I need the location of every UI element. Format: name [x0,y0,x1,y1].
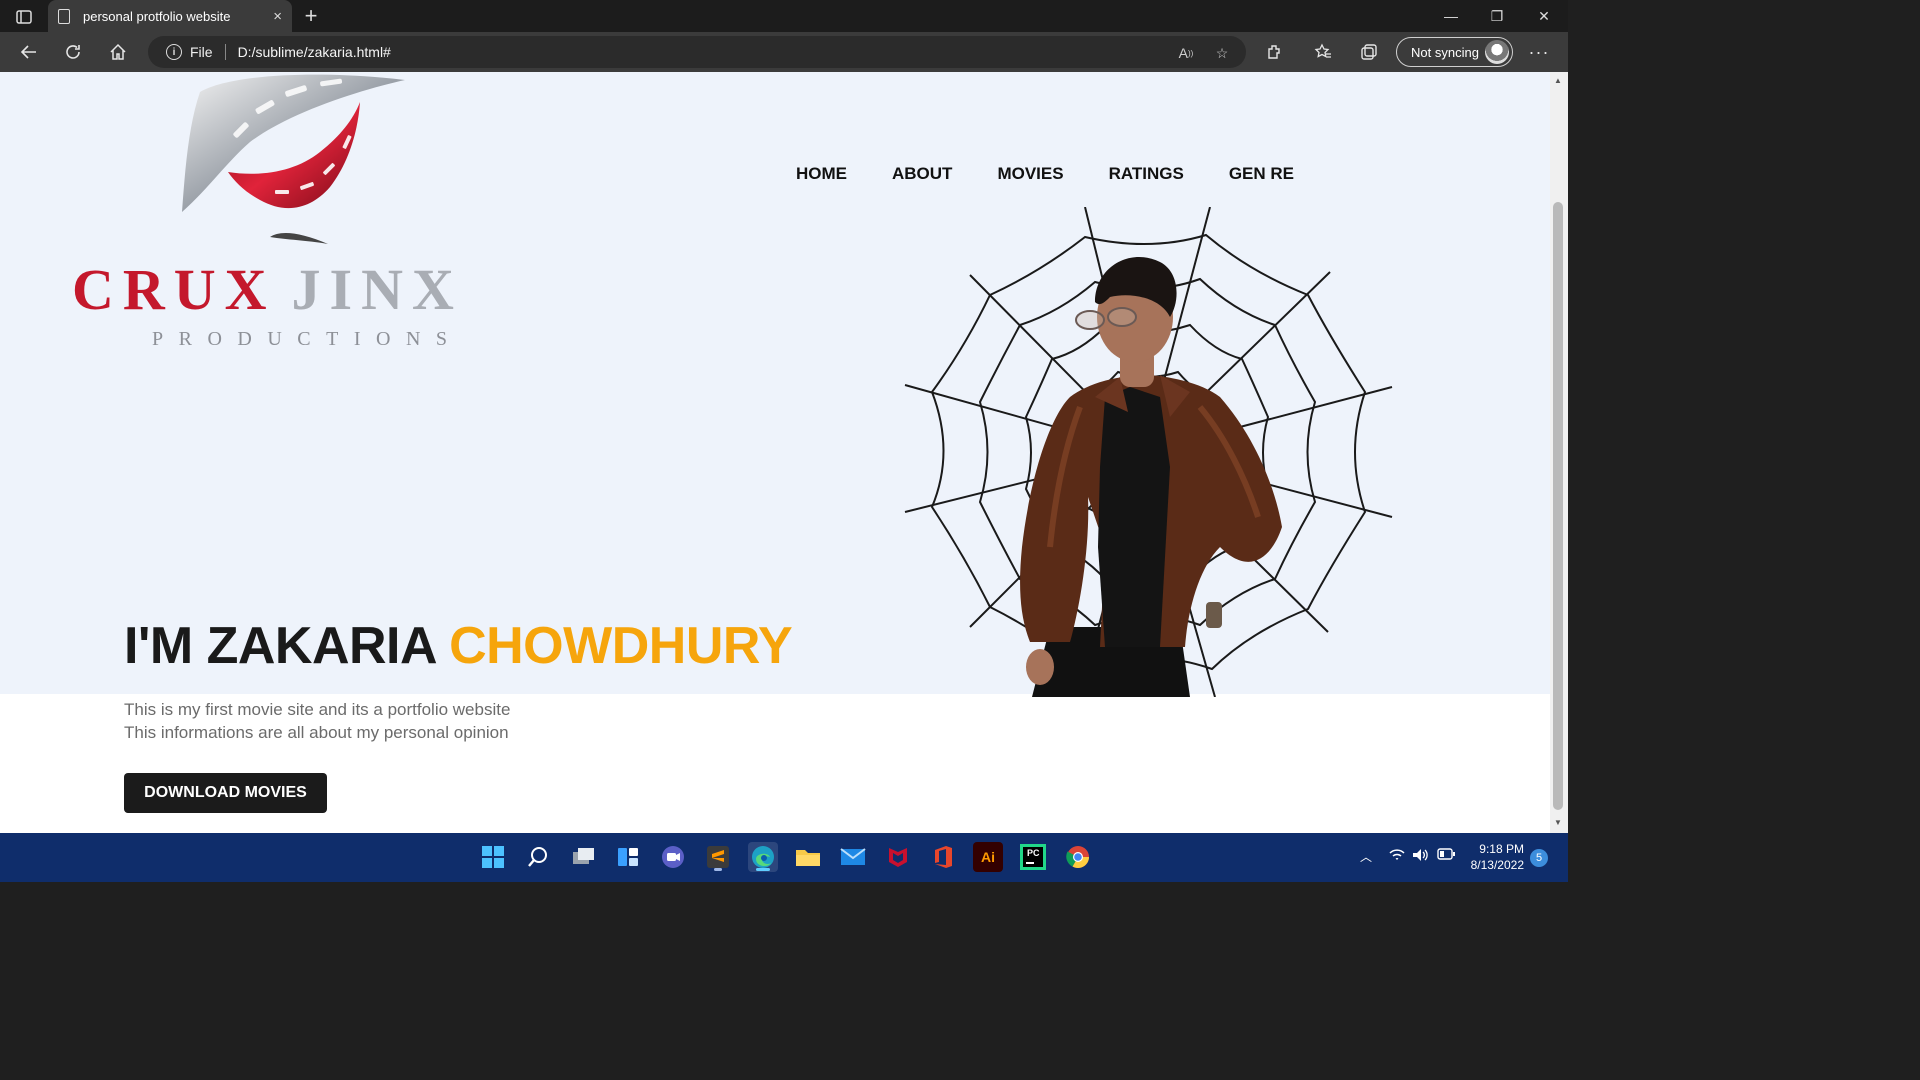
edge-icon[interactable] [748,842,778,872]
sync-label: Not syncing [1411,44,1479,60]
brand-name: CRUX JINX [72,256,463,323]
tab-actions-icon[interactable] [10,6,38,28]
browser-toolbar: i File D:/sublime/zakaria.html# A)) ☆ No… [0,32,1568,72]
clock-date: 8/13/2022 [1470,858,1524,872]
favorites-icon[interactable] [1308,38,1338,66]
close-window-button[interactable]: ✕ [1521,0,1567,32]
hero-section: CRUX JINX PRODUCTIONS HOME ABOUT MOVIES R… [0,72,1550,697]
home-icon [110,43,126,60]
document-icon [58,8,70,24]
mcafee-icon[interactable] [883,842,913,872]
sublime-text-icon[interactable] [703,842,733,872]
brand-tagline: PRODUCTIONS [152,328,463,350]
mail-icon[interactable] [838,842,868,872]
page-scrollbar[interactable]: ▲ ▼ [1550,72,1568,833]
headline-prefix: I'M ZAKARIA [124,617,450,675]
scroll-down-icon[interactable]: ▼ [1554,818,1562,827]
tab-strip: personal protfolio website × + — ❐ ✕ [0,0,1568,32]
description-line: This informations are all about my perso… [124,723,509,742]
refresh-icon [66,45,80,59]
address-bar[interactable]: i File D:/sublime/zakaria.html# A)) ☆ [148,36,1246,68]
film-reel-logo-icon [182,74,405,244]
info-icon[interactable]: i [166,44,182,60]
task-view-icon[interactable] [568,842,598,872]
avatar [1485,40,1509,64]
chrome-icon[interactable] [1063,842,1093,872]
windows-taskbar: Ai PC ︿ 9:18 PM 8/13/2022 5 [0,833,1568,882]
start-icon[interactable] [478,842,508,872]
main-nav: HOME ABOUT MOVIES RATINGS GEN RE [796,164,1339,184]
profile-sync-button[interactable]: Not syncing [1396,37,1513,67]
volume-icon[interactable] [1412,848,1430,865]
url-separator [224,44,226,60]
show-hidden-icons-icon[interactable]: ︿ [1360,848,1372,865]
clock-time: 9:18 PM [1479,842,1524,856]
file-explorer-icon[interactable] [793,842,823,872]
hero-description: This is my first movie site and its a po… [124,698,510,744]
extensions-icon[interactable] [1259,38,1289,66]
teams-icon[interactable] [658,842,688,872]
office-icon[interactable] [928,842,958,872]
nav-movies[interactable]: MOVIES [997,164,1063,184]
download-movies-button[interactable]: DOWNLOAD MOVIES [124,773,327,813]
collections-icon[interactable] [1354,38,1384,66]
battery-icon[interactable] [1437,848,1455,863]
read-aloud-icon[interactable]: A)) [1176,43,1196,63]
system-clock[interactable]: 9:18 PM 8/13/2022 [1462,841,1524,873]
active-indicator [756,868,770,871]
hero-headline: I'M ZAKARIA CHOWDHURY [124,616,793,676]
illustrator-icon[interactable]: Ai [973,842,1003,872]
page-viewport: CRUX JINX PRODUCTIONS HOME ABOUT MOVIES R… [0,72,1550,833]
home-button[interactable] [103,38,133,66]
active-tab[interactable]: personal protfolio website × [48,0,292,32]
description-line: This is my first movie site and its a po… [124,700,511,719]
pycharm-label: PC [1027,848,1040,858]
new-tab-button[interactable]: + [300,2,322,30]
add-favorite-icon[interactable]: ☆ [1212,43,1232,63]
profile-photo [1020,256,1282,697]
back-button[interactable] [14,38,44,66]
widgets-icon[interactable] [613,842,643,872]
nav-ratings[interactable]: RATINGS [1109,164,1184,184]
brand-primary: CRUX [72,257,276,322]
back-arrow-icon [20,45,36,59]
nav-about[interactable]: ABOUT [892,164,952,184]
restore-button[interactable]: ❐ [1474,0,1520,32]
minimize-button[interactable]: — [1428,0,1474,32]
headline-accent: CHOWDHURY [449,617,793,675]
tab-close-button[interactable]: × [273,8,282,25]
search-icon[interactable] [523,842,553,872]
pycharm-icon[interactable]: PC [1018,842,1048,872]
brand-secondary: JINX [291,257,463,322]
nav-home[interactable]: HOME [796,164,847,184]
url-text[interactable]: D:/sublime/zakaria.html# [238,44,391,60]
more-menu-icon[interactable]: ··· [1524,38,1554,66]
tab-title: personal protfolio website [83,8,231,24]
notification-badge[interactable]: 5 [1530,849,1548,867]
scrollbar-thumb[interactable] [1553,202,1563,810]
wifi-icon[interactable] [1389,848,1405,865]
nav-genre[interactable]: GEN RE [1229,164,1294,184]
scroll-up-icon[interactable]: ▲ [1554,76,1562,85]
running-indicator [714,868,722,871]
url-scheme: File [190,44,213,60]
refresh-button[interactable] [58,38,88,66]
